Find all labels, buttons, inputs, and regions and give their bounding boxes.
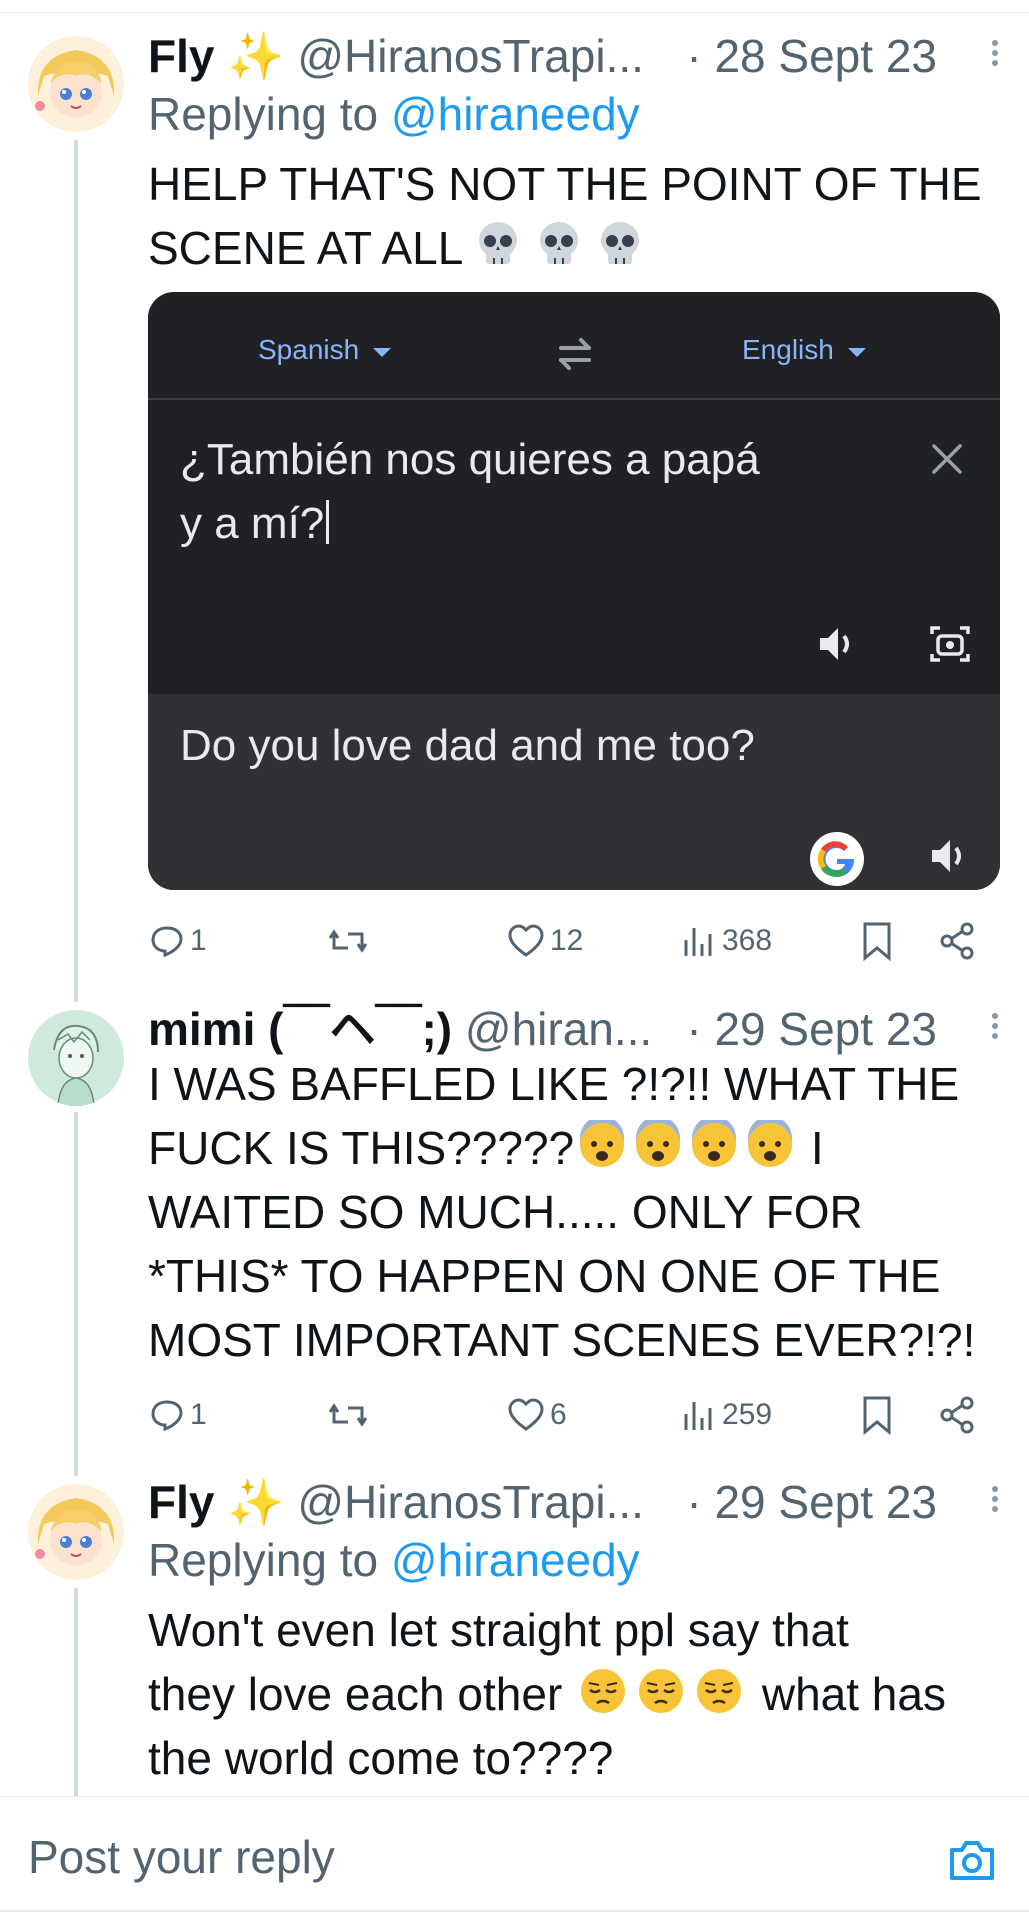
timestamp[interactable]: · 28 Sept 23 — [686, 28, 937, 84]
more-options-icon[interactable] — [985, 1482, 1005, 1522]
view-count: 368 — [722, 924, 773, 957]
timestamp[interactable]: · 29 Sept 23 — [686, 1474, 937, 1530]
replying-to: Replying to @hiraneedy — [148, 88, 640, 140]
views-button[interactable]: 368 — [682, 916, 772, 966]
target-language-select[interactable]: English — [742, 334, 866, 366]
reply-count: 1 — [190, 924, 207, 957]
avatar[interactable] — [28, 1484, 124, 1580]
views-icon — [684, 1402, 712, 1430]
text-cursor — [326, 500, 330, 544]
views-icon — [684, 928, 712, 956]
share-icon — [940, 1396, 974, 1434]
translation-result: Do you love dad and me too? — [148, 694, 1000, 890]
translated-text: Do you love dad and me too? — [180, 721, 755, 770]
camera-icon[interactable] — [948, 1838, 996, 1887]
tweet-actions: 1 6 259 — [148, 1390, 988, 1440]
composer-divider — [0, 1796, 1029, 1797]
language-bar: Spanish English — [148, 306, 1000, 400]
speaker-icon[interactable] — [816, 622, 860, 671]
reply-button[interactable]: 1 — [150, 1390, 207, 1440]
tweet-header: Fly ✨ @HiranosTrapi... · 29 Sept 23 — [148, 1474, 1009, 1530]
anxious-face-emoji — [574, 1120, 798, 1174]
close-icon[interactable] — [930, 442, 964, 481]
view-count: 259 — [722, 1398, 773, 1431]
speaker-icon[interactable] — [928, 834, 972, 883]
more-options-icon[interactable] — [985, 1009, 1005, 1049]
like-count: 12 — [550, 924, 584, 957]
attached-image-translate[interactable]: Spanish English ¿También nos quieres a p… — [148, 292, 1000, 890]
tweet-text: I WAS BAFFLED LIKE ?!?!! WHAT THE FUCK I… — [148, 1058, 976, 1366]
share-icon — [940, 922, 974, 960]
bookmark-button[interactable] — [862, 916, 892, 966]
display-name[interactable]: Fly ✨ — [148, 1476, 285, 1528]
repost-button[interactable] — [328, 1390, 368, 1440]
share-button[interactable] — [938, 916, 976, 966]
share-button[interactable] — [938, 1390, 976, 1440]
more-options-icon[interactable] — [985, 36, 1005, 76]
reply-icon — [151, 1400, 183, 1432]
tweet-actions: 1 12 368 — [148, 916, 988, 966]
chevron-down-icon — [847, 347, 866, 357]
timestamp[interactable]: · 29 Sept 23 — [686, 1001, 937, 1057]
repost-icon — [328, 1403, 368, 1427]
tweet-header: Fly ✨ @HiranosTrapi... · 28 Sept 23 — [148, 28, 1009, 84]
like-count: 6 — [550, 1398, 567, 1431]
bookmark-button[interactable] — [862, 1390, 892, 1440]
source-text[interactable]: ¿También nos quieres a papá y a mí? — [180, 428, 820, 556]
heart-icon — [508, 1398, 544, 1431]
reply-input[interactable]: Post your reply — [28, 1830, 335, 1884]
display-name[interactable]: Fly ✨ — [148, 30, 285, 82]
reply-handle-link[interactable]: @hiraneedy — [391, 88, 640, 140]
views-button[interactable]: 259 — [682, 1390, 772, 1440]
avatar[interactable] — [28, 36, 124, 132]
like-button[interactable]: 12 — [508, 916, 583, 966]
bookmark-icon — [863, 1396, 891, 1435]
google-logo-icon — [810, 832, 864, 886]
reply-icon — [151, 926, 183, 958]
chevron-down-icon — [373, 347, 392, 357]
repost-button[interactable] — [328, 916, 368, 966]
avatar[interactable] — [28, 1010, 124, 1106]
camera-translate-icon[interactable] — [928, 622, 972, 671]
reply-button[interactable]: 1 — [150, 916, 207, 966]
like-button[interactable]: 6 — [508, 1390, 567, 1440]
thread-line — [74, 140, 78, 1002]
repost-icon — [328, 929, 368, 953]
swap-languages-icon[interactable] — [553, 336, 597, 377]
bookmark-icon — [863, 922, 891, 961]
heart-icon — [508, 924, 544, 957]
top-divider — [0, 12, 1029, 13]
reply-count: 1 — [190, 1398, 207, 1431]
user-handle[interactable]: @hiran... — [465, 1003, 652, 1055]
tweet-header: mimi (￣ヘ￣;) @hiran... · 29 Sept 23 — [148, 1001, 1009, 1057]
skull-emoji — [474, 222, 644, 274]
tweet-text: HELP THAT'S NOT THE POINT OF THE SCENE A… — [148, 158, 982, 274]
source-language-select[interactable]: Spanish — [258, 334, 392, 366]
user-handle[interactable]: @HiranosTrapi... — [297, 30, 644, 82]
thread-line — [74, 1112, 78, 1476]
display-name[interactable]: mimi (￣ヘ￣;) — [148, 1003, 452, 1055]
reply-handle-link[interactable]: @hiraneedy — [391, 1534, 640, 1586]
thread-line — [74, 1588, 78, 1796]
pensive-face-emoji — [575, 1668, 749, 1720]
tweet-text: Won't even let straight ppl say that the… — [148, 1604, 946, 1784]
user-handle[interactable]: @HiranosTrapi... — [297, 1476, 644, 1528]
replying-to: Replying to @hiraneedy — [148, 1534, 640, 1586]
bottom-divider — [0, 1910, 1029, 1912]
